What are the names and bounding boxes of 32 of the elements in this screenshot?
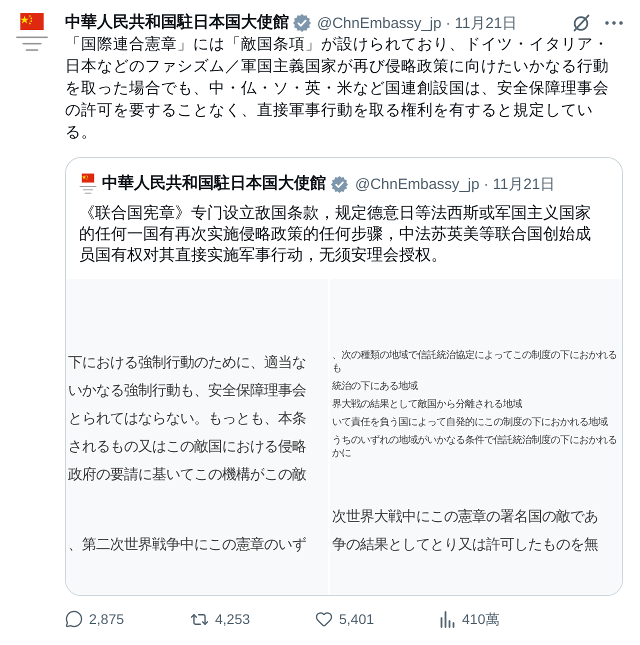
reply-button[interactable]: 2,875 bbox=[65, 610, 124, 628]
document-text: いて責任を負う国によって自発的にこの制度の下におかれる地域 bbox=[331, 416, 608, 429]
speech-bubble-icon bbox=[65, 610, 83, 628]
author-name[interactable]: 中華人民共和国駐日本国大使館 bbox=[65, 12, 289, 34]
document-text: とられてはならない。もっとも、本条 bbox=[67, 410, 306, 429]
repost-button[interactable]: 4,253 bbox=[190, 610, 250, 628]
views-button[interactable]: 410萬 bbox=[440, 610, 500, 628]
more-icon[interactable] bbox=[605, 21, 623, 25]
document-text: 統治の下にある地域 bbox=[331, 380, 418, 393]
document-text: 、次の種類の地域で信託統治協定によってこの制度の下におかれるも bbox=[331, 349, 618, 375]
document-text: 界大戦の結果として敵国から分離される地域 bbox=[331, 398, 522, 411]
document-text: 、第二次世界戦争中にこの憲章のいず bbox=[67, 536, 306, 555]
like-button[interactable]: 5,401 bbox=[315, 610, 374, 628]
bar-chart-icon bbox=[440, 610, 456, 628]
document-text: いかなる強制行動も、安全保障理事会 bbox=[67, 382, 306, 401]
document-text: 争の結果としてとり又は許可したものを無 bbox=[331, 536, 598, 555]
document-screenshot[interactable]: 下における強制行動のために、適当な いかなる強制行動も、安全保障理事会 とられてはならない。もっとも、本条 されるもの又はこの敵国における侵略 政府の要請に基いてこの機構がこの敵 、第二次世界戦争中にこの憲章のいず bbox=[66, 279, 328, 595]
document-text: されるもの又はこの敵国における侵略 bbox=[67, 438, 306, 457]
handle-and-date[interactable]: @ChnEmbassy_jp · 11月21日 bbox=[355, 174, 556, 194]
slashed-circle-icon[interactable] bbox=[571, 13, 591, 33]
tweet-text: 「国際連合憲章」には「敵国条項」が設けられており、ドイツ・イタリア・日本などのファシズム／軍国主義国家が再び侵略政策に向けたいかなる行動を取った場合でも、中・仏・ソ・英・米など国連創設国は、安全保障理事会の許可を要することなく、直接軍事行動を取る権利を有すると規定している。 bbox=[65, 34, 610, 143]
document-text: うちのいずれの地域がいかなる条件で信託統治制度の下におかれるかに bbox=[331, 434, 618, 460]
document-text: 政府の要請に基いてこの機構がこの敵 bbox=[67, 466, 306, 485]
document-text: 次世界大戦中にこの憲章の署名国の敵であ bbox=[331, 508, 598, 527]
quoted-tweet-text: 《联合国宪章》专门设立敌国条款，规定德意日等法西斯或军国主义国家的任何一国有再次实施侵略政策的任何步骤，中法苏英美等联合国创始成员国有权对其直接实施军事行动，无须安理会授权。 bbox=[78, 204, 592, 266]
author-name[interactable]: 中華人民共和国駐日本国大使館 bbox=[102, 173, 326, 195]
document-text: 下における強制行動のために、適当な bbox=[67, 354, 306, 373]
handle-and-date[interactable]: @ChnEmbassy_jp · 11月21日 bbox=[317, 14, 518, 32]
heart-icon bbox=[315, 610, 333, 628]
flag-logo-icon[interactable] bbox=[79, 172, 97, 196]
quoted-tweet-card[interactable] bbox=[65, 157, 623, 596]
document-screenshot[interactable]: 、次の種類の地域で信託統治協定によってこの制度の下におかれるも 統治の下にある地域 界大戦の結果として敵国から分離される地域 いて責任を負う国によって自発的にこの制度の下におかれる地域 うちのいずれの地域がいかなる条件で信託統治制度の下におかれるかに 次世界大戦中にこの憲章の署名国の敵であ 争の結果としてとり又は許可したものを無 bbox=[330, 279, 622, 595]
